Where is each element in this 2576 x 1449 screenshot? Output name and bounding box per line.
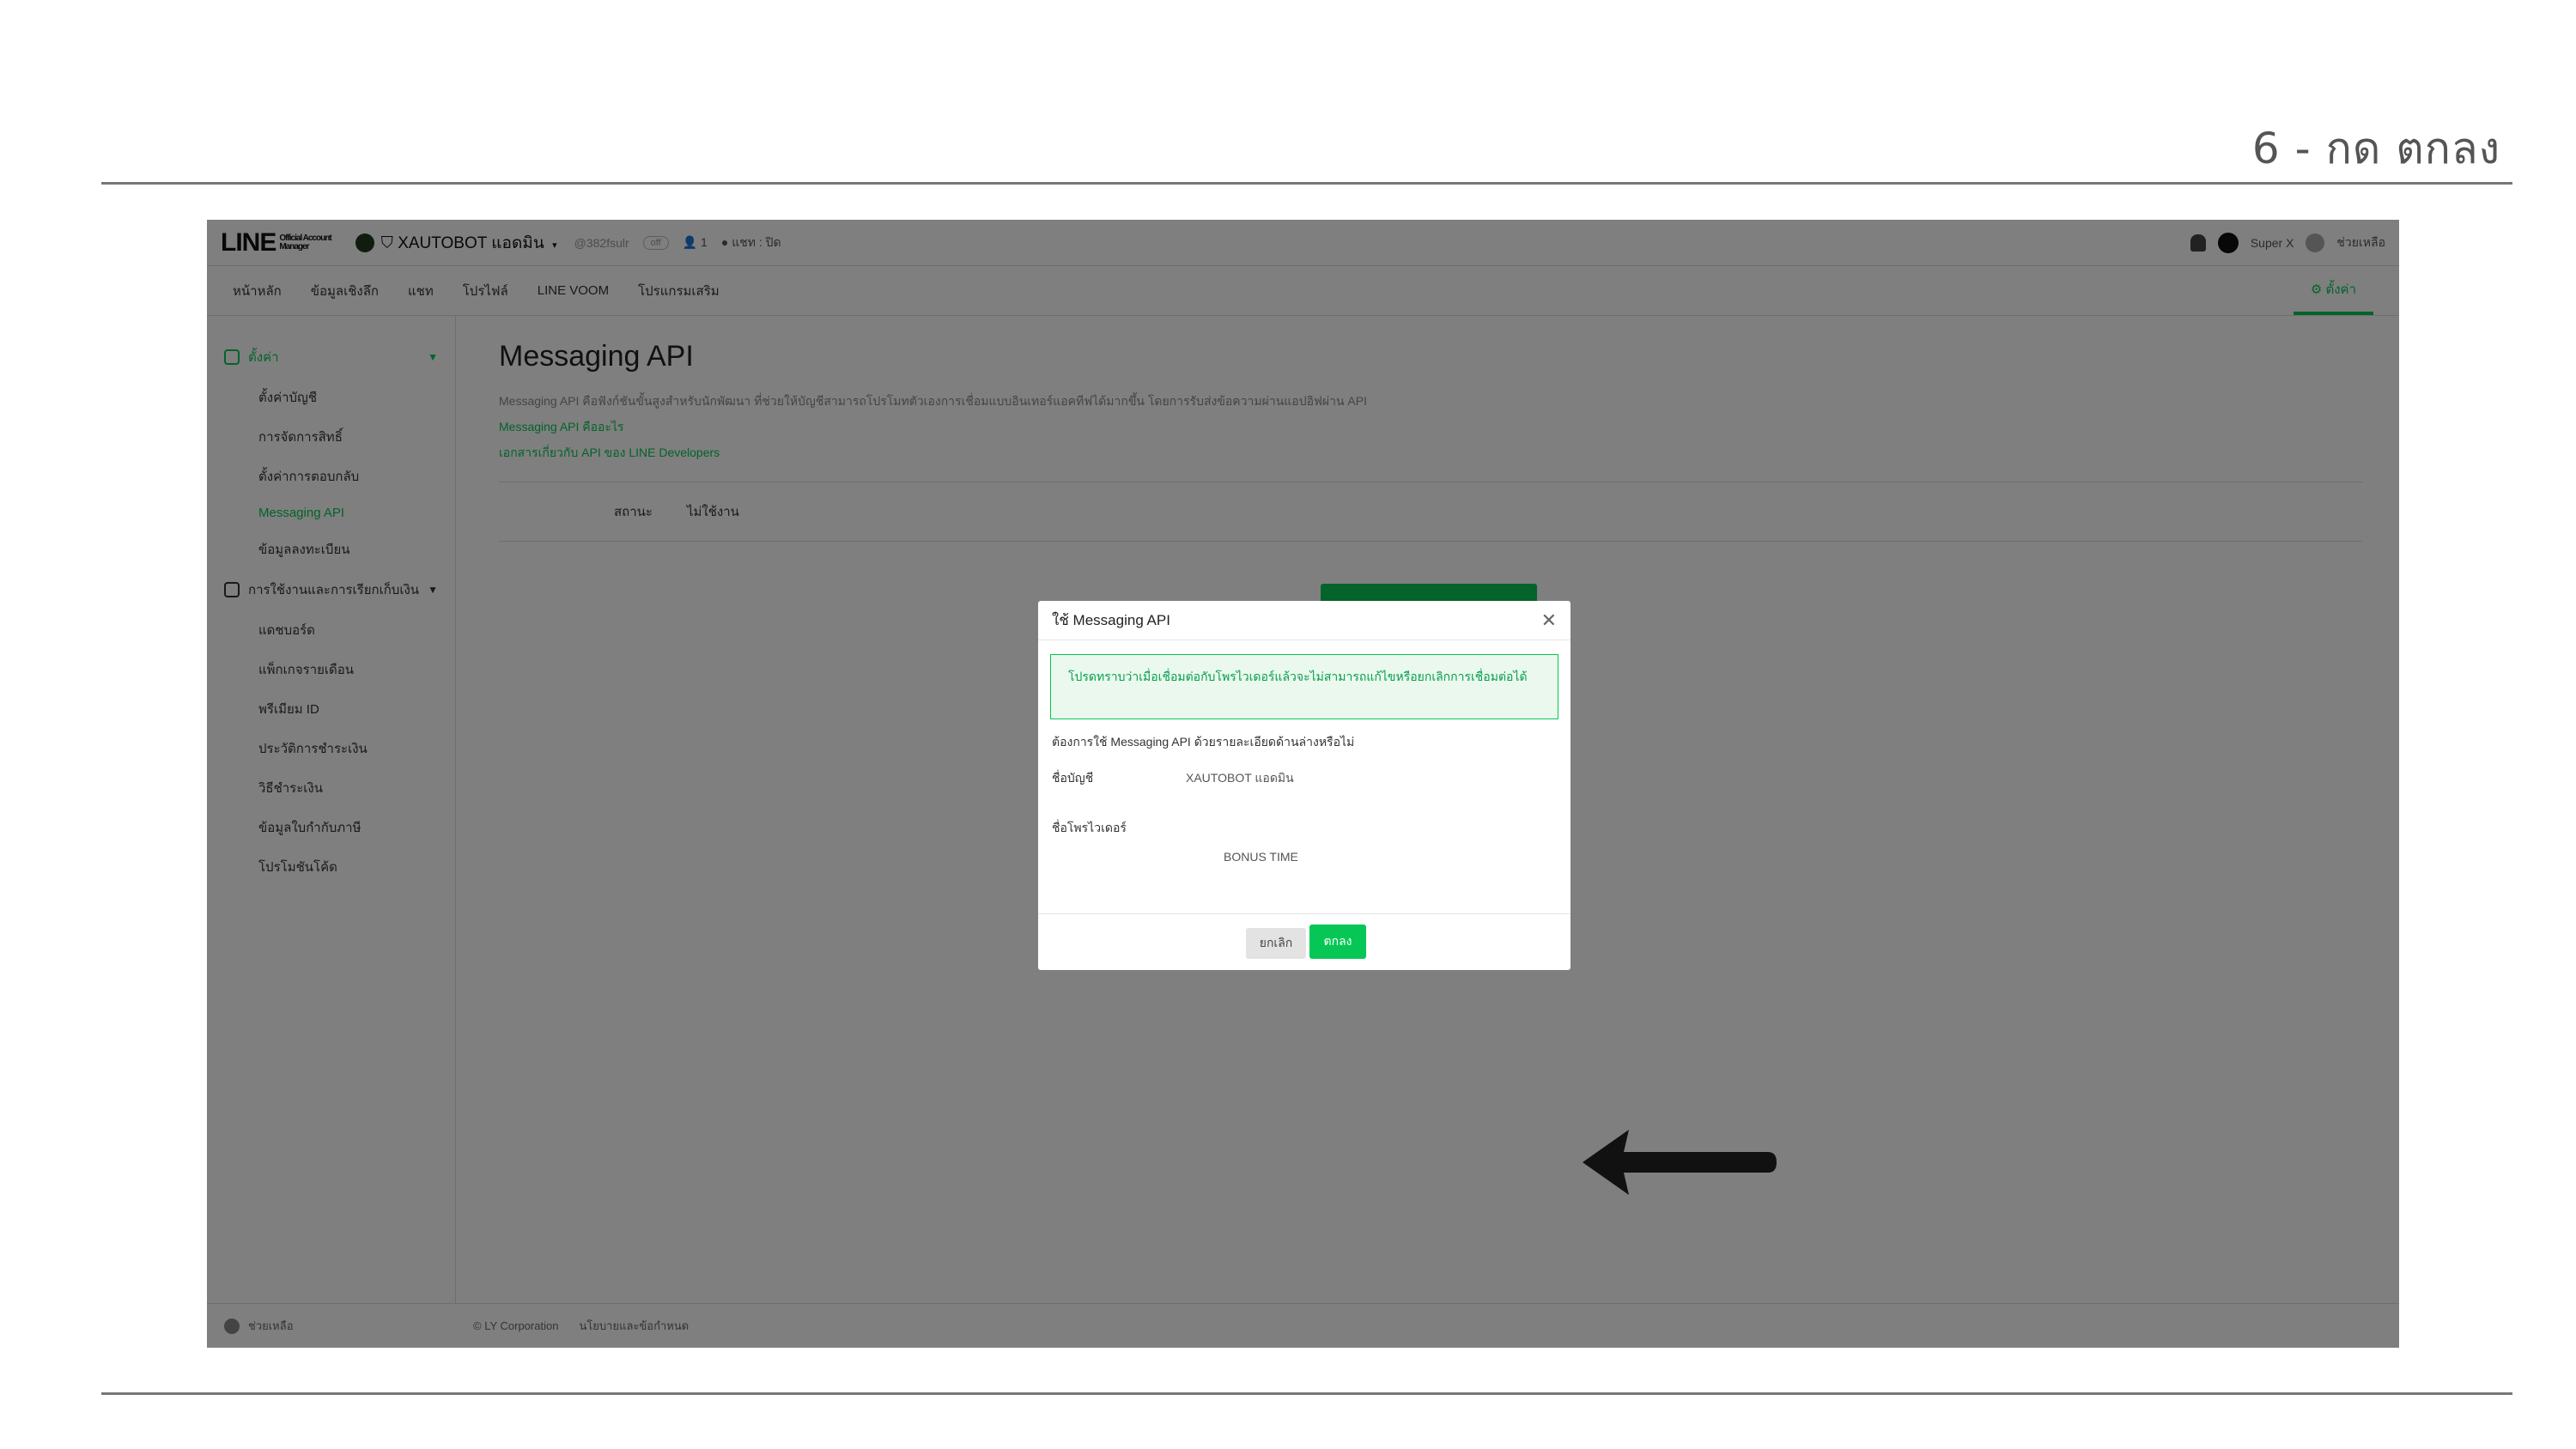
confirm-question: ต้องการใช้ Messaging API ด้วยรายละเอียดด… (1052, 735, 1355, 749)
provider-name-value: BONUS TIME (1224, 850, 1298, 864)
account-name-row: ชื่อบัญชี XAUTOBOT แอดมิน (1052, 769, 1557, 788)
bottom-divider (101, 1392, 2512, 1395)
ok-button[interactable]: ตกลง (1309, 925, 1366, 959)
close-icon[interactable]: ✕ (1541, 609, 1557, 632)
tutorial-slide: 6 - กด ตกลง LINE Official Account Manage… (0, 0, 2576, 1449)
provider-name-label: ชื่อโพรไวเดอร์ (1052, 821, 1127, 834)
dialog-footer: ยกเลิก ตกลง (1038, 913, 1571, 970)
dialog-header: ใช้ Messaging API ✕ (1038, 601, 1571, 640)
account-name-value: XAUTOBOT แอดมิน (1186, 771, 1294, 785)
screenshot: LINE Official Account Manager ⛉ XAUTOBOT… (207, 220, 2399, 1348)
cancel-button[interactable]: ยกเลิก (1246, 928, 1306, 959)
warning-alert: โปรดทราบว่าเมื่อเชื่อมต่อกับโพรไวเดอร์แล… (1050, 654, 1558, 719)
provider-name-row: ชื่อโพรไวเดอร์ (1052, 819, 1557, 838)
step-title: 6 - กด ตกลง (2251, 124, 2500, 173)
top-divider (101, 182, 2512, 185)
account-name-label: ชื่อบัญชี (1052, 771, 1094, 785)
use-messaging-api-dialog: ใช้ Messaging API ✕ โปรดทราบว่าเมื่อเชื่… (1038, 601, 1571, 970)
dialog-title: ใช้ Messaging API (1052, 612, 1170, 628)
pointer-arrow-icon (1583, 1130, 1777, 1195)
